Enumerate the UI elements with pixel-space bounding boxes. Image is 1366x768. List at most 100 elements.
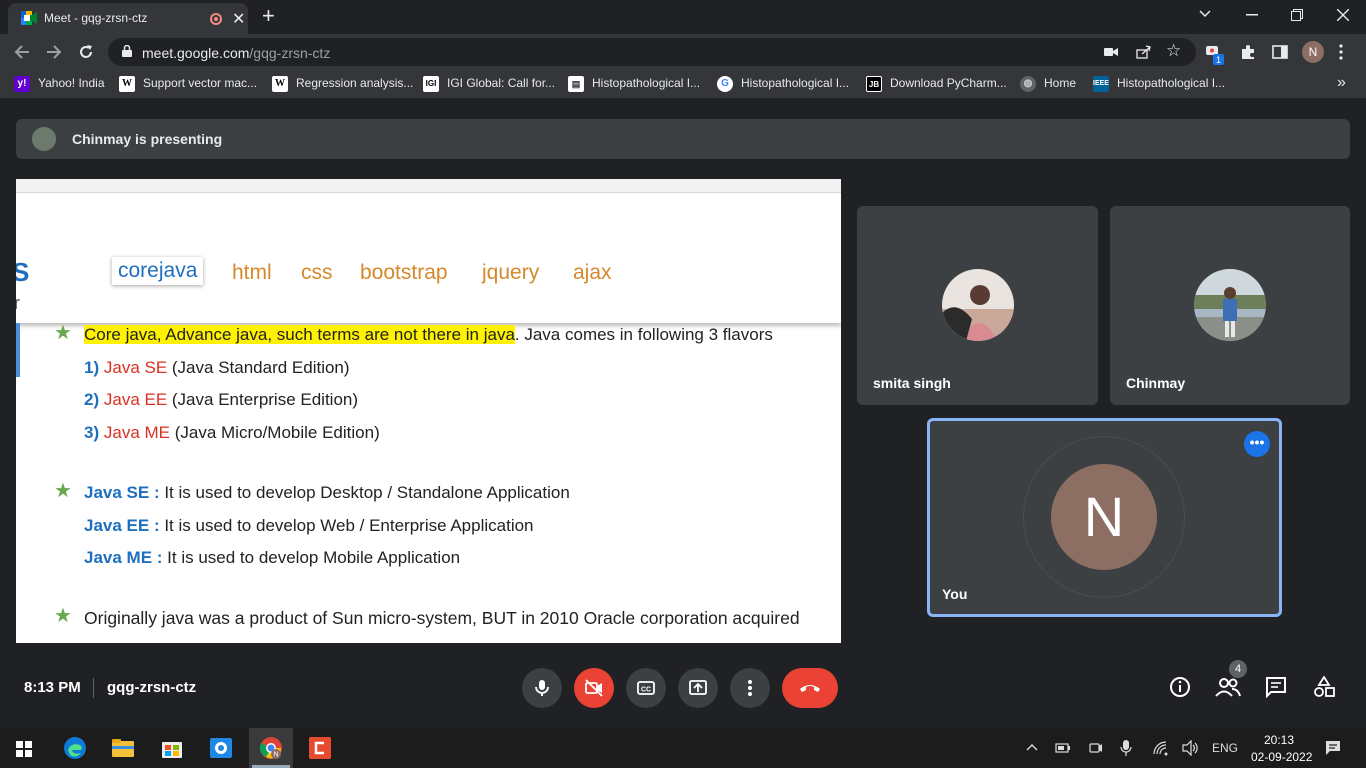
use-desc: It is used to develop Web / Enterprise A… [159, 516, 534, 535]
bookmark-item[interactable]: y! Yahoo! India [14, 76, 105, 92]
browser-tab[interactable]: Meet - gqg-zrsn-ctz ✕ [8, 3, 248, 34]
extensions-puzzle-icon[interactable] [1240, 44, 1256, 60]
slide-menu-bootstrap: bootstrap [360, 261, 448, 284]
meeting-code: gqg-zrsn-ctz [107, 679, 197, 696]
new-tab-icon[interactable]: + [262, 3, 275, 29]
svg-text:1: 1 [1216, 55, 1221, 65]
bookmark-label: Regression analysis... [296, 76, 414, 91]
battery-icon[interactable] [1055, 741, 1071, 755]
notifications-icon[interactable] [1325, 740, 1341, 756]
bookmark-item[interactable]: ◍ Home [1020, 76, 1076, 92]
flavor-name: Java EE [103, 390, 168, 409]
language-indicator[interactable]: ENG [1212, 741, 1238, 755]
microphone-icon [535, 680, 549, 696]
slide-line-flavors: Core java, Advance java, such terms are … [84, 325, 773, 345]
bookmark-item[interactable]: W Support vector mac... [119, 76, 257, 92]
back-icon[interactable] [14, 44, 30, 60]
tile-more-options-button[interactable]: ••• [1244, 431, 1270, 457]
slide-menu-css: css [301, 261, 333, 284]
recording-icon [210, 13, 222, 25]
file-explorer-icon[interactable] [111, 736, 135, 760]
address-bar[interactable]: meet.google.com/gqg-zrsn-ctz ☆ [108, 38, 1196, 66]
bookmark-item[interactable]: W Regression analysis... [272, 76, 413, 92]
activities-icon[interactable] [1313, 676, 1335, 698]
windows-taskbar: N ENG [0, 728, 1366, 768]
use-name: Java SE : [84, 483, 160, 502]
flavor-number: 3) [84, 423, 100, 442]
reload-icon[interactable] [78, 44, 94, 60]
bookmark-item[interactable]: IEEE Histopathological I... [1093, 76, 1225, 92]
tab-search-icon[interactable] [1199, 10, 1211, 18]
bookmark-label: Download PyCharm... [890, 76, 1007, 91]
close-tab-icon[interactable]: ✕ [232, 9, 245, 29]
meeting-details-icon[interactable] [1169, 676, 1191, 698]
slide-logo-fragment-2: r [16, 293, 20, 313]
bookmark-item[interactable]: G Histopathological I... [717, 76, 849, 92]
camera-off-button[interactable] [574, 668, 614, 708]
self-tile[interactable]: N ••• You [927, 418, 1282, 617]
browser-menu-icon[interactable] [1339, 44, 1343, 60]
profile-avatar[interactable]: N [1302, 41, 1324, 63]
chat-icon[interactable] [1265, 676, 1287, 698]
microphone-tray-icon[interactable] [1120, 739, 1132, 757]
flavor-number: 1) [84, 358, 100, 377]
forward-icon[interactable] [46, 44, 62, 60]
end-call-button[interactable] [782, 668, 838, 708]
show-hidden-icons[interactable] [1026, 743, 1038, 751]
more-bookmarks-icon[interactable]: » [1337, 74, 1346, 91]
wikipedia-icon: W [119, 76, 135, 92]
meet-tray-icon[interactable] [1088, 740, 1104, 756]
captions-icon: CC [637, 681, 655, 695]
people-icon[interactable] [1215, 676, 1241, 698]
more-options-button[interactable] [730, 668, 770, 708]
participant-tile[interactable]: smita singh [857, 206, 1098, 405]
slide-menu-ajax: ajax [573, 261, 612, 284]
bookmark-item[interactable]: IGI IGI Global: Call for... [423, 76, 555, 92]
microphone-button[interactable] [522, 668, 562, 708]
bookmark-star-icon[interactable]: ☆ [1166, 41, 1181, 61]
shared-screen: S r corejava html css bootstrap jquery a… [16, 179, 841, 643]
slide-menu-jquery: jquery [482, 261, 540, 284]
line-text: . Java comes in following 3 flavors [514, 325, 773, 344]
flavor-name: Java SE [103, 358, 168, 377]
participant-name: Chinmay [1126, 375, 1186, 391]
clock-date[interactable]: 02-09-2022 [1251, 750, 1312, 764]
camera-blocked-icon[interactable] [1104, 47, 1118, 57]
captions-button[interactable]: CC [626, 668, 666, 708]
chrome-icon[interactable]: N [259, 736, 283, 760]
camera-off-icon [585, 679, 603, 697]
image-viewer-icon[interactable] [209, 736, 233, 760]
google-icon: G [717, 76, 733, 92]
lock-icon[interactable] [122, 45, 132, 57]
star-icon: ★ [54, 480, 72, 502]
app-c-icon[interactable] [308, 736, 332, 760]
bookmark-item[interactable]: ▤ Histopathological I... [568, 76, 700, 92]
share-icon[interactable] [1136, 45, 1152, 59]
clock-time[interactable]: 20:13 [1264, 733, 1294, 747]
minimize-icon[interactable] [1246, 14, 1258, 16]
extension-icon[interactable]: 1 [1206, 44, 1224, 66]
windows-start-icon[interactable] [16, 741, 32, 757]
yahoo-icon: y! [14, 76, 30, 92]
store-icon[interactable] [160, 736, 184, 760]
present-button[interactable] [678, 668, 718, 708]
bookmark-label: IGI Global: Call for... [447, 76, 556, 91]
use-item: Java ME : It is used to develop Mobile A… [84, 548, 460, 568]
url-path: /gqg-zrsn-ctz [249, 45, 331, 61]
slide-menu-html: html [232, 261, 272, 284]
restore-icon[interactable] [1291, 9, 1303, 21]
edge-icon[interactable] [63, 736, 87, 760]
side-panel-icon[interactable] [1272, 44, 1288, 60]
participant-photo [1194, 269, 1266, 341]
volume-icon[interactable] [1182, 740, 1200, 756]
close-window-icon[interactable] [1337, 9, 1349, 21]
meeting-time: 8:13 PM [24, 679, 81, 696]
use-item: Java SE : It is used to develop Desktop … [84, 483, 570, 503]
hang-up-icon [800, 685, 820, 692]
flavor-name: Java ME [103, 423, 170, 442]
star-icon: ★ [54, 322, 72, 344]
bookmark-item[interactable]: JB Download PyCharm... [866, 76, 1007, 92]
participant-tile[interactable]: Chinmay [1110, 206, 1350, 405]
flavor-item: 2) Java EE (Java Enterprise Edition) [84, 390, 358, 410]
wifi-icon[interactable] [1152, 740, 1168, 756]
